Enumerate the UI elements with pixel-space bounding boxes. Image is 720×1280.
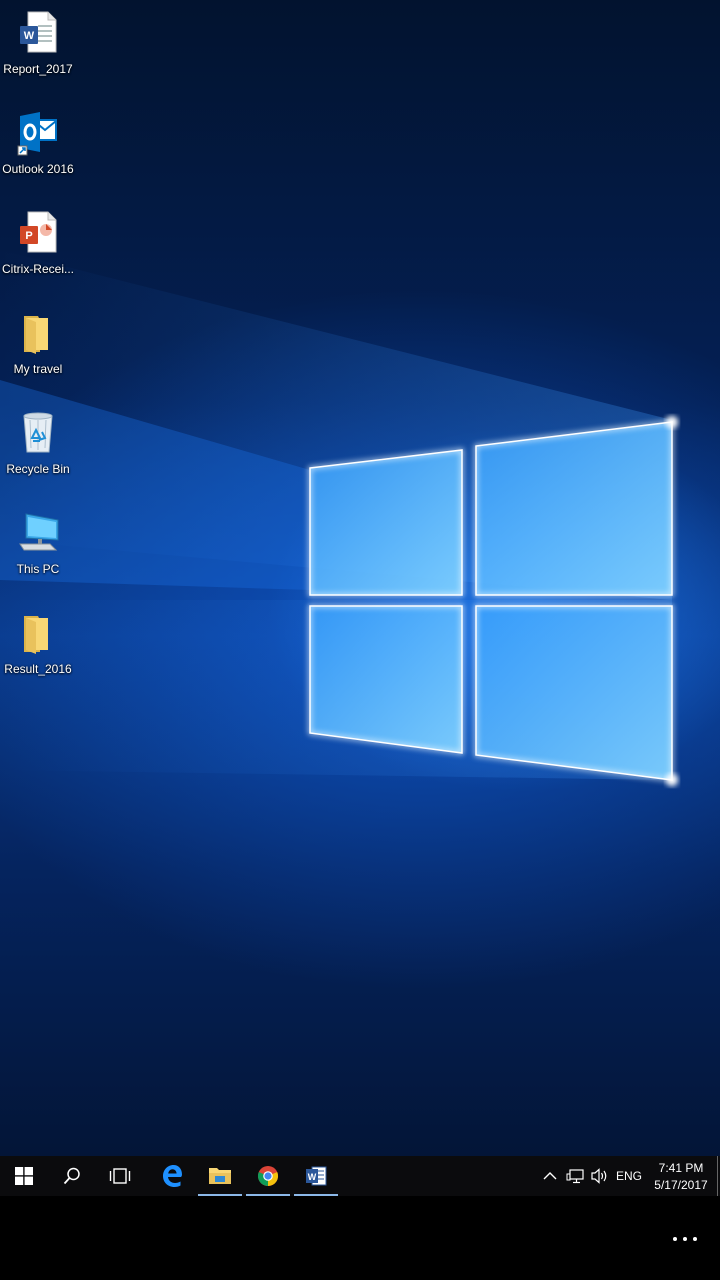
language-indicator: ENG [615, 1169, 642, 1183]
show-desktop-button[interactable] [714, 1156, 720, 1196]
network-icon [566, 1169, 584, 1184]
more-dot [673, 1237, 677, 1241]
desktop-icon-result-2016[interactable]: Result_2016 [0, 604, 76, 688]
chevron-up-icon [543, 1172, 557, 1180]
svg-text:W: W [24, 30, 35, 42]
desktop-icon-label: Citrix-Recei... [1, 262, 74, 276]
speaker-icon [591, 1168, 607, 1184]
edge-icon [163, 1165, 182, 1187]
task-view-button[interactable] [96, 1156, 144, 1196]
start-button[interactable] [0, 1156, 48, 1196]
desktop-icon-label: Recycle Bin [6, 462, 70, 476]
taskbar: W ENG 7:41 PM 5/17/2017 [0, 1156, 720, 1196]
clock-date: 5/17/2017 [654, 1177, 708, 1192]
word-icon: W [306, 1166, 327, 1186]
desktop-icon-this-pc[interactable]: This PC [0, 504, 76, 588]
desktop[interactable]: W Report_2017 Outlook 2016 P Citrix-Rece… [0, 0, 720, 1156]
clock-time: 7:41 PM [658, 1160, 704, 1175]
chrome-icon [257, 1166, 279, 1186]
windows-logo-icon [15, 1167, 33, 1185]
folder-icon [24, 316, 48, 354]
app-bar [0, 1196, 720, 1280]
folder-icon [209, 1168, 231, 1184]
recycle-bin-icon [23, 412, 53, 453]
input-language-button[interactable]: ENG [612, 1156, 646, 1196]
search-button[interactable] [48, 1156, 96, 1196]
task-view-icon [109, 1168, 131, 1184]
taskbar-app-word[interactable]: W [292, 1156, 340, 1196]
taskbar-app-chrome[interactable] [244, 1156, 292, 1196]
desktop-icon-label: Result_2016 [4, 662, 72, 676]
taskbar-app-file-explorer[interactable] [196, 1156, 244, 1196]
show-hidden-icons-button[interactable] [538, 1156, 562, 1196]
svg-text:P: P [25, 230, 32, 242]
powerpoint-document-icon: P [20, 211, 57, 253]
more-dot [693, 1237, 697, 1241]
more-options-button[interactable] [670, 1232, 700, 1246]
desktop-icon-my-travel[interactable]: My travel [0, 304, 76, 388]
word-document-icon: W [20, 11, 57, 53]
desktop-icon-label: This PC [16, 562, 60, 576]
clock-button[interactable]: 7:41 PM 5/17/2017 [648, 1156, 714, 1196]
this-pc-icon [19, 513, 59, 551]
folder-icon [24, 616, 48, 654]
desktop-icon-citrix-receiver[interactable]: P Citrix-Recei... [0, 204, 76, 288]
desktop-icon-label: My travel [13, 362, 63, 376]
network-status-button[interactable] [562, 1156, 588, 1196]
more-dot [683, 1237, 687, 1241]
desktop-icon-label: Outlook 2016 [2, 162, 74, 176]
desktop-icon-label: Report_2017 [3, 62, 73, 76]
desktop-icon-outlook-2016[interactable]: Outlook 2016 [0, 104, 76, 188]
desktop-icon-report-2017[interactable]: W Report_2017 [0, 4, 76, 88]
windows-hero-wallpaper [0, 250, 678, 786]
volume-button[interactable] [588, 1156, 612, 1196]
show-desktop-divider [716, 1156, 718, 1196]
desktop-icon-recycle-bin[interactable]: Recycle Bin [0, 404, 76, 488]
svg-text:W: W [308, 1172, 317, 1182]
outlook-icon [17, 112, 57, 156]
search-icon [63, 1167, 80, 1185]
taskbar-app-edge[interactable] [148, 1156, 196, 1196]
